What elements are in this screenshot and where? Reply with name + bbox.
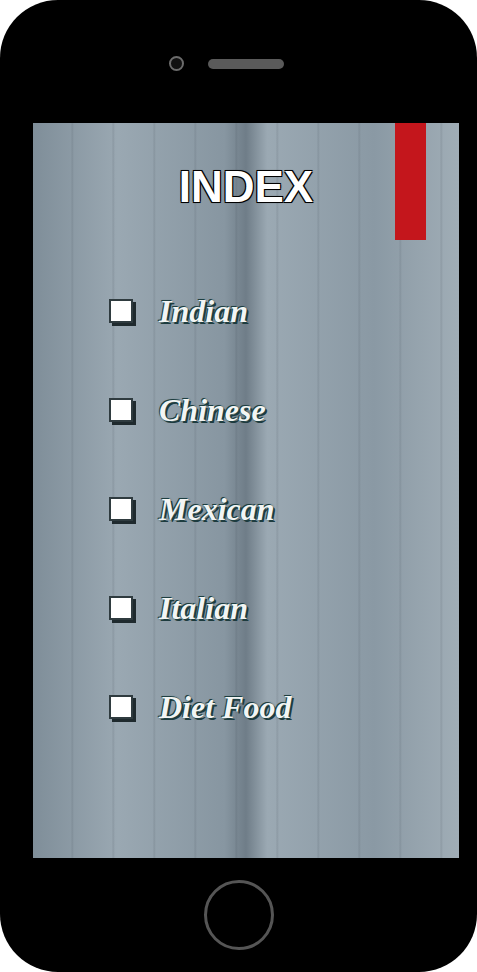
red-bookmark [395,123,426,240]
checkbox[interactable] [109,398,133,422]
cuisine-label[interactable]: Diet Food [159,687,291,727]
camera-icon [169,56,184,71]
phone: INDEX Indian Chinese Mexican Italian Diet Foo… [0,0,477,972]
cuisine-item[interactable]: Italian [109,586,459,629]
checkbox[interactable] [109,695,133,719]
checkbox[interactable] [109,299,133,323]
cuisine-label[interactable]: Chinese [159,390,266,430]
phone-top [0,0,477,123]
phone-bottom [0,858,477,972]
cuisine-label[interactable]: Italian [159,588,248,628]
cuisine-item[interactable]: Indian [109,289,459,332]
cuisine-label[interactable]: Indian [159,291,248,331]
screen: INDEX Indian Chinese Mexican Italian Diet Foo… [33,123,459,858]
checkbox[interactable] [109,596,133,620]
cuisine-item[interactable]: Mexican [109,487,459,530]
cuisine-label[interactable]: Mexican [159,489,275,529]
checkbox[interactable] [109,497,133,521]
index-title: INDEX [179,161,313,213]
home-button[interactable] [204,880,274,950]
cuisine-item[interactable]: Diet Food [109,685,459,728]
speaker-icon [208,59,284,69]
cuisine-item[interactable]: Chinese [109,388,459,431]
cuisine-list: Indian Chinese Mexican Italian Diet Food [33,213,459,728]
